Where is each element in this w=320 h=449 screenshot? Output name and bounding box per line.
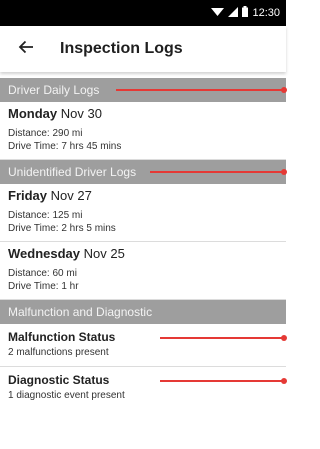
section-header-malfunction-diagnostic: Malfunction and Diagnostic (0, 300, 286, 324)
malfunction-status-item[interactable]: Malfunction Status 2 malfunctions presen… (0, 324, 287, 367)
diagnostic-status-item[interactable]: Diagnostic Status 1 diagnostic event pre… (0, 367, 287, 409)
page-title: Inspection Logs (60, 40, 183, 57)
annotation-line (150, 171, 286, 173)
annotation-dot (281, 87, 287, 93)
annotation-dot (281, 378, 287, 384)
log-distance: Distance: 125 mi (8, 210, 83, 221)
status-time: 12:30 (252, 7, 280, 19)
log-entry[interactable]: Wednesday Nov 25 Distance: 60 mi Drive T… (0, 242, 286, 300)
log-day: Monday (8, 106, 58, 121)
status-subtitle: 2 malfunctions present (8, 347, 109, 358)
annotation-dot (281, 169, 287, 175)
arrow-left-icon (18, 40, 34, 59)
annotation-line (160, 380, 286, 382)
log-date-value: Nov 30 (60, 106, 102, 121)
signal-icon (228, 6, 239, 20)
battery-icon (242, 6, 249, 20)
section-title: Malfunction and Diagnostic (8, 305, 153, 319)
annotation-dot (281, 335, 287, 341)
app-bar: Inspection Logs (0, 26, 286, 72)
log-drive-time: Drive Time: 7 hrs 45 mins (8, 141, 122, 152)
section-title: Driver Daily Logs (8, 83, 100, 97)
log-drive-time: Drive Time: 1 hr (8, 281, 79, 292)
section-header-daily-logs: Driver Daily Logs (0, 78, 287, 102)
status-bar: 12:30 (0, 0, 286, 26)
annotation-line (160, 337, 286, 339)
status-subtitle: 1 diagnostic event present (8, 390, 125, 401)
log-drive-time: Drive Time: 2 hrs 5 mins (8, 223, 116, 234)
log-day: Friday (8, 188, 48, 203)
back-button[interactable] (14, 37, 38, 61)
wifi-icon (211, 7, 225, 20)
annotation-line (116, 89, 286, 91)
log-day: Wednesday (8, 246, 81, 261)
log-distance: Distance: 60 mi (8, 268, 77, 279)
log-date-value: Nov 27 (50, 188, 92, 203)
log-entry[interactable]: Friday Nov 27 Distance: 125 mi Drive Tim… (0, 184, 286, 242)
section-header-unidentified-logs: Unidentified Driver Logs (0, 160, 287, 184)
content: Driver Daily Logs Monday Nov 30 Distance… (0, 78, 287, 409)
log-entry[interactable]: Monday Nov 30 Distance: 290 mi Drive Tim… (0, 102, 286, 160)
log-date: Wednesday Nov 25 (8, 246, 278, 261)
log-date-value: Nov 25 (83, 246, 125, 261)
log-date: Monday Nov 30 (8, 106, 278, 121)
section-title: Unidentified Driver Logs (8, 165, 137, 179)
log-date: Friday Nov 27 (8, 188, 278, 203)
log-distance: Distance: 290 mi (8, 128, 83, 139)
